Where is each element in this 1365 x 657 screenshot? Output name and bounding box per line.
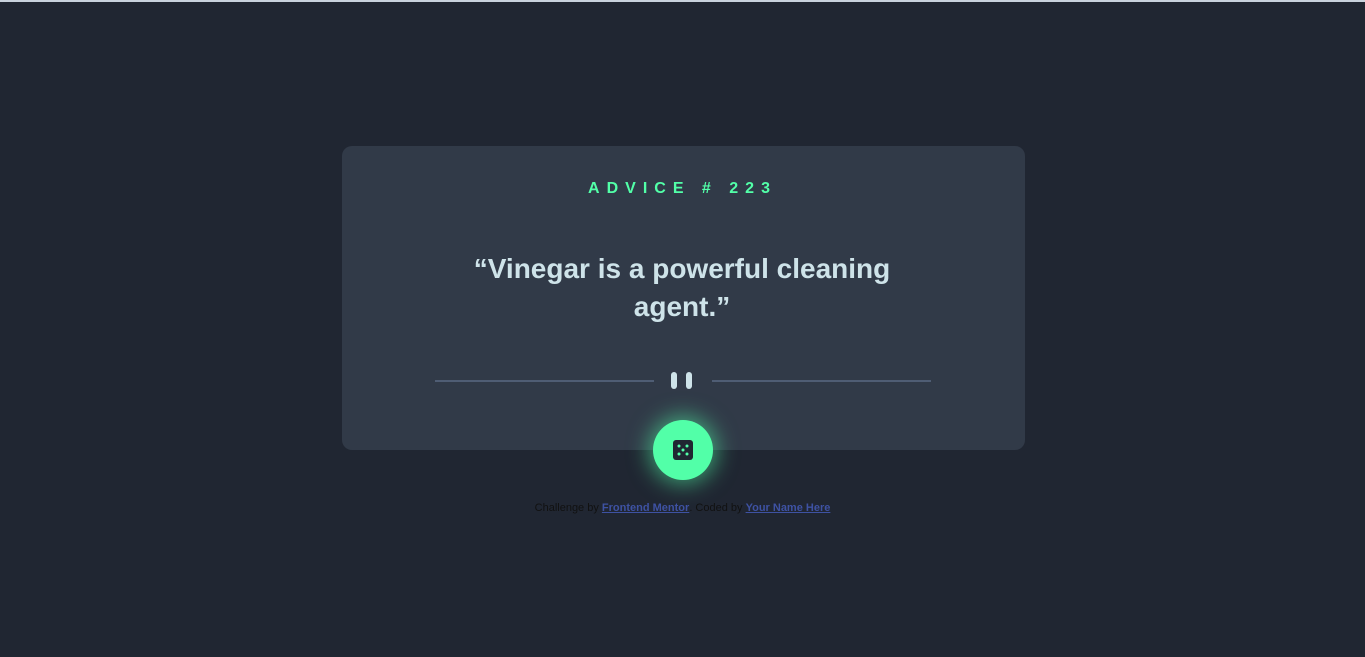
divider-line-right xyxy=(712,380,931,382)
advice-quote: “Vinegar is a powerful cleaning agent.” xyxy=(473,253,891,322)
divider-line-left xyxy=(435,380,654,382)
pause-icon xyxy=(671,372,695,389)
dice-icon xyxy=(673,440,693,460)
attribution-separator: . Coded by xyxy=(689,502,746,514)
author-link[interactable]: Your Name Here xyxy=(746,502,831,514)
frontend-mentor-link[interactable]: Frontend Mentor xyxy=(602,502,689,514)
attribution: Challenge by Frontend Mentor. Coded by Y… xyxy=(0,501,1365,515)
attribution-prefix: Challenge by xyxy=(534,502,602,514)
new-advice-button[interactable] xyxy=(653,420,713,480)
advice-id-label: ADVICE # 223 xyxy=(588,180,777,197)
top-border xyxy=(0,0,1365,2)
